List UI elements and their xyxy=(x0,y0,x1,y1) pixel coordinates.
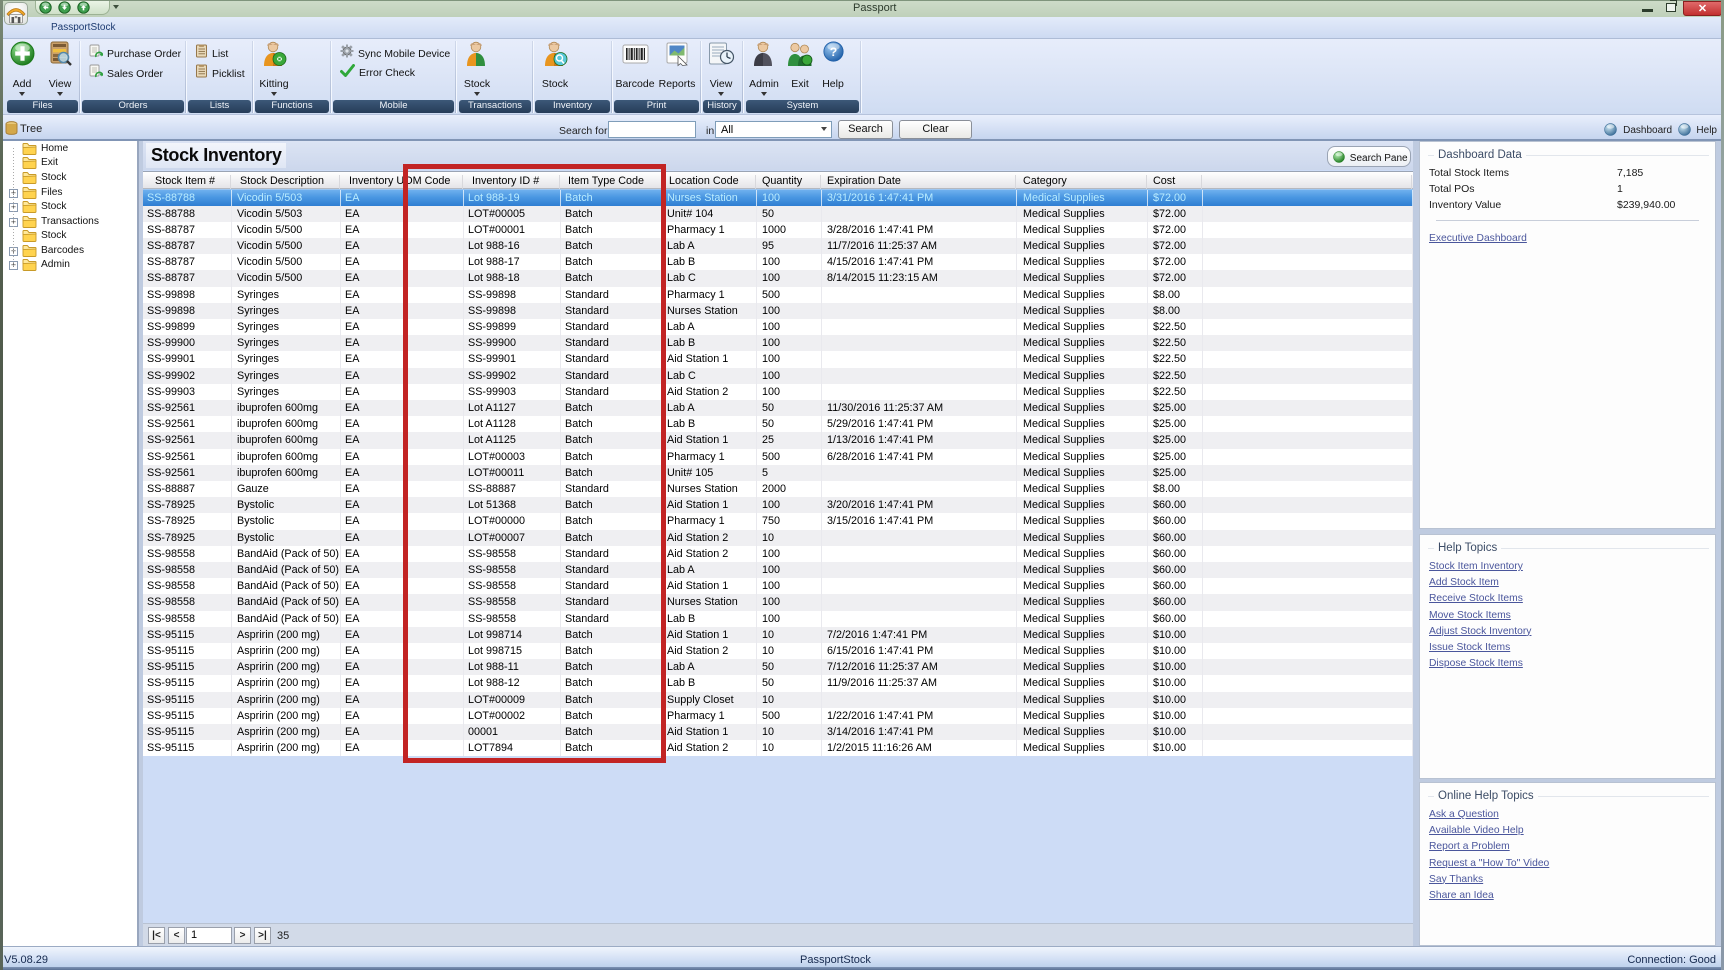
svg-text:?: ? xyxy=(829,45,836,59)
